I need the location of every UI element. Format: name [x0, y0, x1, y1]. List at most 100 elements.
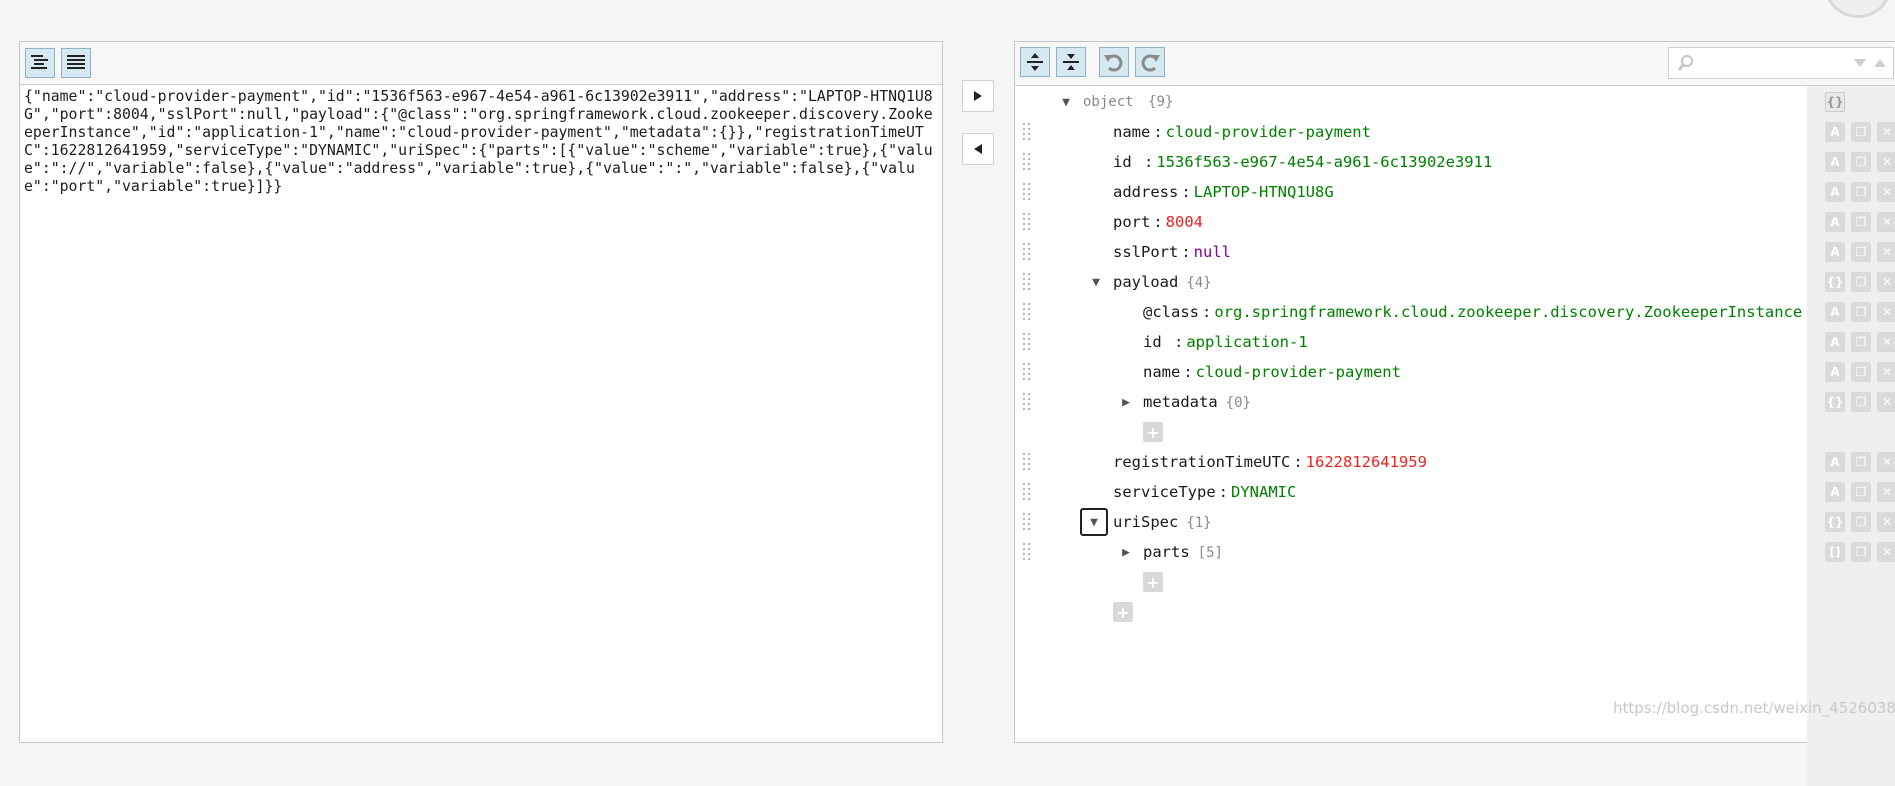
- drag-handle-icon[interactable]: [1023, 213, 1033, 231]
- copy-to-right-button[interactable]: [962, 80, 994, 112]
- drag-handle-icon[interactable]: [1023, 483, 1033, 501]
- remove-icon[interactable]: ✕: [1877, 272, 1895, 292]
- expand-icon[interactable]: ▶: [1115, 391, 1137, 413]
- field-value[interactable]: org.springframework.cloud.zookeeper.disc…: [1214, 303, 1802, 321]
- field-name[interactable]: id: [1113, 153, 1141, 171]
- tree-root-row[interactable]: ▼ object {9} {}: [1015, 87, 1895, 117]
- drag-handle-icon[interactable]: [1023, 243, 1033, 261]
- field-name[interactable]: sslPort: [1113, 243, 1178, 261]
- type-icon[interactable]: {}: [1825, 272, 1845, 292]
- type-icon[interactable]: {}: [1825, 512, 1845, 532]
- duplicate-icon[interactable]: ❐: [1851, 122, 1871, 142]
- duplicate-icon[interactable]: ❐: [1851, 332, 1871, 352]
- remove-icon[interactable]: ✕: [1877, 362, 1895, 382]
- type-icon[interactable]: A: [1825, 302, 1845, 322]
- remove-icon[interactable]: ✕: [1877, 392, 1895, 412]
- tree-row-payload-name[interactable]: name: cloud-provider-payment A ❐ ✕: [1015, 357, 1895, 387]
- append-icon[interactable]: +: [1143, 422, 1163, 442]
- tree-row-sslport[interactable]: sslPort: null A ❐ ✕: [1015, 237, 1895, 267]
- tree-row-class[interactable]: @class: org.springframework.cloud.zookeep…: [1015, 297, 1895, 327]
- tree-row-address[interactable]: address: LAPTOP-HTNQ1U8G A ❐ ✕: [1015, 177, 1895, 207]
- tree-row-name[interactable]: name: cloud-provider-payment A ❐ ✕: [1015, 117, 1895, 147]
- field-name[interactable]: parts: [1143, 543, 1190, 561]
- duplicate-icon[interactable]: ❐: [1851, 542, 1871, 562]
- collapse-icon[interactable]: ▼: [1085, 271, 1107, 293]
- duplicate-icon[interactable]: ❐: [1851, 512, 1871, 532]
- tree-row-port[interactable]: port:8004 A ❐ ✕: [1015, 207, 1895, 237]
- expand-icon[interactable]: ▶: [1115, 541, 1137, 563]
- tree-row-servicetype[interactable]: serviceType: DYNAMIC A ❐ ✕: [1015, 477, 1895, 507]
- type-icon[interactable]: A: [1825, 152, 1845, 172]
- field-name[interactable]: id: [1143, 333, 1171, 351]
- field-value[interactable]: application-1: [1186, 333, 1307, 351]
- tree-row-id[interactable]: id :1536f563-e967-4e54-a961-6c13902e3911…: [1015, 147, 1895, 177]
- type-icon[interactable]: A: [1825, 212, 1845, 232]
- type-icon[interactable]: A: [1825, 362, 1845, 382]
- tree-row-payload[interactable]: ▼ payload {4} {} ❐ ✕: [1015, 267, 1895, 297]
- duplicate-icon[interactable]: ❐: [1851, 392, 1871, 412]
- remove-icon[interactable]: ✕: [1877, 542, 1895, 562]
- field-value[interactable]: DYNAMIC: [1231, 483, 1296, 501]
- duplicate-icon[interactable]: ❐: [1851, 482, 1871, 502]
- tree-row-payload-id[interactable]: id : application-1 A ❐ ✕: [1015, 327, 1895, 357]
- redo-button[interactable]: [1135, 47, 1165, 77]
- type-icon[interactable]: A: [1825, 122, 1845, 142]
- search-next-icon[interactable]: [1853, 58, 1867, 68]
- format-button[interactable]: [25, 48, 55, 78]
- field-value[interactable]: LAPTOP-HTNQ1U8G: [1194, 183, 1334, 201]
- drag-handle-icon[interactable]: [1023, 303, 1033, 321]
- field-name[interactable]: payload: [1113, 273, 1178, 291]
- tree-row-metadata[interactable]: ▶ metadata {0} {} ❐ ✕: [1015, 387, 1895, 417]
- duplicate-icon[interactable]: ❐: [1851, 152, 1871, 172]
- duplicate-icon[interactable]: ❐: [1851, 362, 1871, 382]
- duplicate-icon[interactable]: ❐: [1851, 242, 1871, 262]
- remove-icon[interactable]: ✕: [1877, 242, 1895, 262]
- collapse-icon[interactable]: ▼: [1080, 508, 1108, 536]
- drag-handle-icon[interactable]: [1023, 453, 1033, 471]
- field-name[interactable]: address: [1113, 183, 1178, 201]
- duplicate-icon[interactable]: ❐: [1851, 272, 1871, 292]
- append-icon[interactable]: +: [1113, 602, 1133, 622]
- json-text-area[interactable]: {"name":"cloud-provider-payment","id":"1…: [20, 85, 942, 199]
- type-icon[interactable]: A: [1825, 182, 1845, 202]
- field-name[interactable]: uriSpec: [1113, 513, 1178, 531]
- field-value[interactable]: 1536f563-e967-4e54-a961-6c13902e3911: [1156, 153, 1492, 171]
- undo-button[interactable]: [1099, 47, 1129, 77]
- drag-handle-icon[interactable]: [1023, 543, 1033, 561]
- append-icon[interactable]: +: [1143, 572, 1163, 592]
- remove-icon[interactable]: ✕: [1877, 512, 1895, 532]
- field-value[interactable]: null: [1194, 243, 1231, 261]
- field-name[interactable]: serviceType: [1113, 483, 1216, 501]
- duplicate-icon[interactable]: ❐: [1851, 212, 1871, 232]
- type-icon[interactable]: A: [1825, 332, 1845, 352]
- field-name[interactable]: port: [1113, 213, 1150, 231]
- field-name[interactable]: @class: [1143, 303, 1199, 321]
- field-value[interactable]: cloud-provider-payment: [1196, 363, 1401, 381]
- field-value[interactable]: 8004: [1166, 213, 1203, 231]
- tree-row-registrationtimeutc[interactable]: registrationTimeUTC:1622812641959 A ❐ ✕: [1015, 447, 1895, 477]
- drag-handle-icon[interactable]: [1023, 393, 1033, 411]
- remove-icon[interactable]: ✕: [1877, 122, 1895, 142]
- field-value[interactable]: 1622812641959: [1306, 453, 1427, 471]
- field-value[interactable]: cloud-provider-payment: [1166, 123, 1371, 141]
- duplicate-icon[interactable]: ❐: [1851, 182, 1871, 202]
- remove-icon[interactable]: ✕: [1877, 482, 1895, 502]
- expand-all-button[interactable]: [1020, 47, 1050, 77]
- drag-handle-icon[interactable]: [1023, 273, 1033, 291]
- remove-icon[interactable]: ✕: [1877, 452, 1895, 472]
- copy-to-left-button[interactable]: [962, 133, 994, 165]
- drag-handle-icon[interactable]: [1023, 123, 1033, 141]
- type-icon[interactable]: A: [1825, 242, 1845, 262]
- field-name[interactable]: name: [1113, 123, 1150, 141]
- remove-icon[interactable]: ✕: [1877, 302, 1895, 322]
- duplicate-icon[interactable]: ❐: [1851, 452, 1871, 472]
- field-name[interactable]: registrationTimeUTC: [1113, 453, 1290, 471]
- type-icon[interactable]: {}: [1825, 392, 1845, 412]
- search-previous-icon[interactable]: [1873, 58, 1887, 68]
- drag-handle-icon[interactable]: [1023, 513, 1033, 531]
- tree-row-parts[interactable]: ▶ parts [5] [] ❐ ✕: [1015, 537, 1895, 567]
- remove-icon[interactable]: ✕: [1877, 212, 1895, 232]
- type-icon[interactable]: A: [1825, 482, 1845, 502]
- field-name[interactable]: name: [1143, 363, 1180, 381]
- drag-handle-icon[interactable]: [1023, 153, 1033, 171]
